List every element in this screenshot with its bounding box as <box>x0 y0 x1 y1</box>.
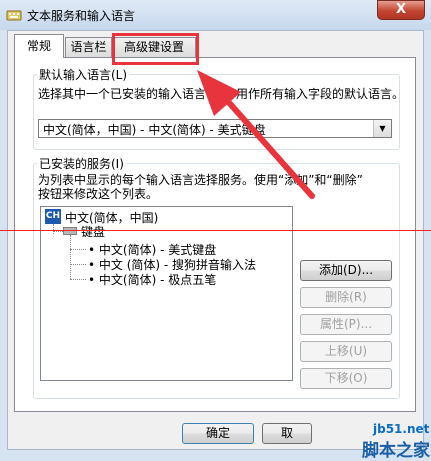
annotation-highlight-box <box>112 33 199 65</box>
annotation-arrow-icon <box>197 70 315 199</box>
tab-general[interactable]: 常规 <box>14 34 64 58</box>
watermark-brand: 脚本之家 <box>362 441 430 461</box>
watermark-site: jb51.net <box>373 422 430 436</box>
tab-general-label: 常规 <box>26 39 51 53</box>
